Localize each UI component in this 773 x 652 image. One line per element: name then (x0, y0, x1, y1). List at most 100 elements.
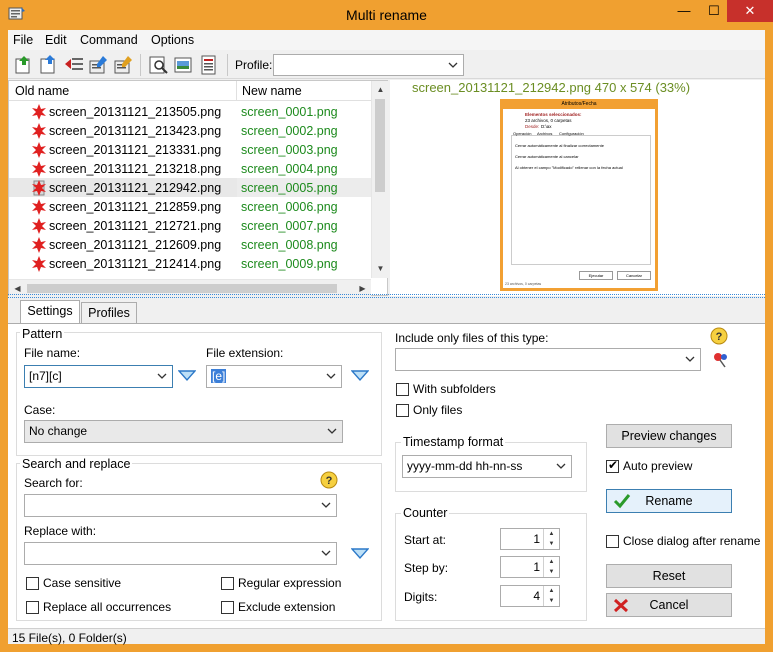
edit-list-icon[interactable] (113, 54, 135, 76)
case-label: Case: (24, 403, 56, 417)
list-item[interactable]: screen_20131121_213505.png screen_0001.pn… (9, 102, 371, 121)
rename-button[interactable]: Rename (606, 489, 732, 513)
reset-button[interactable]: Reset (606, 564, 732, 588)
list-item[interactable]: screen_20131121_212942.png screen_0005.pn… (9, 178, 371, 197)
close-after-rename-checkbox[interactable] (606, 535, 619, 548)
digits-stepper[interactable]: 4 ▲ ▼ (500, 585, 560, 607)
mini-text: 23 archivos, 0 carpetas (525, 118, 572, 123)
save-names-icon[interactable] (38, 54, 60, 76)
with-subfolders-label: With subfolders (413, 382, 496, 396)
decrement-icon[interactable]: ▼ (544, 539, 559, 549)
old-name: screen_20131121_213423.png (49, 124, 222, 138)
png-file-icon (32, 180, 46, 196)
png-file-icon (32, 218, 46, 234)
tab-settings[interactable]: Settings (20, 300, 80, 324)
list-item[interactable]: screen_20131121_212609.png screen_0008.pn… (9, 235, 371, 254)
minimize-button[interactable]: — (669, 0, 699, 22)
file-type-label: Include only files of this type: (395, 331, 549, 345)
mini-text: Elementos seleccionados: (525, 112, 582, 117)
list-item[interactable]: screen_20131121_212721.png screen_0007.pn… (9, 216, 371, 235)
tab-profiles[interactable]: Profiles (81, 302, 137, 324)
case-sensitive-checkbox[interactable] (26, 577, 39, 590)
preview-changes-button[interactable]: Preview changes (606, 424, 732, 448)
column-old-name[interactable]: Old name (15, 84, 69, 98)
edit-names-icon[interactable] (88, 54, 110, 76)
vertical-scrollbar[interactable]: ▲ ▼ (371, 81, 389, 278)
new-name: screen_0001.png (241, 105, 338, 119)
file-list[interactable]: Old name New name screen_20131121_213505… (8, 80, 389, 297)
extension-insert-icon[interactable] (351, 370, 369, 382)
file-info-icon[interactable] (198, 54, 220, 76)
view-file-icon[interactable] (173, 54, 195, 76)
old-name: screen_20131121_212414.png (49, 257, 222, 271)
scroll-down-button[interactable]: ▼ (372, 260, 389, 277)
file-extension-input[interactable]: [e] (206, 365, 342, 388)
with-subfolders-checkbox[interactable] (396, 383, 409, 396)
column-new-name[interactable]: New name (242, 84, 302, 98)
list-item[interactable]: screen_20131121_212859.png screen_0006.pn… (9, 197, 371, 216)
list-item[interactable]: screen_20131121_213218.png screen_0004.pn… (9, 159, 371, 178)
profile-dropdown[interactable] (273, 54, 464, 76)
old-name: screen_20131121_212942.png (49, 181, 222, 195)
increment-icon[interactable]: ▲ (544, 557, 559, 567)
old-name: screen_20131121_212609.png (49, 238, 222, 252)
scroll-thumb[interactable] (375, 99, 385, 192)
case-sensitive-label: Case sensitive (43, 576, 122, 590)
mini-title: Atributos/Fecha (561, 101, 597, 107)
close-button[interactable]: ✕ (727, 0, 773, 22)
list-item[interactable]: screen_20131121_212414.png screen_0009.pn… (9, 254, 371, 273)
menu-file[interactable]: File (13, 33, 33, 47)
load-names-icon[interactable] (13, 54, 35, 76)
replace-input[interactable] (24, 542, 337, 565)
define-filter-icon[interactable] (712, 351, 730, 369)
chevron-down-icon (326, 373, 336, 379)
file-name-input[interactable]: [n7][c] (24, 365, 173, 388)
digits-value: 4 (533, 589, 540, 603)
find-icon[interactable] (148, 54, 170, 76)
replace-all-checkbox[interactable] (26, 601, 39, 614)
maximize-button[interactable]: ☐ (699, 0, 729, 22)
cancel-button[interactable]: Cancel (606, 593, 732, 617)
increment-icon[interactable]: ▲ (544, 529, 559, 539)
scroll-up-button[interactable]: ▲ (372, 81, 389, 98)
case-dropdown[interactable]: No change (24, 420, 343, 443)
list-item[interactable]: screen_20131121_213331.png screen_0003.pn… (9, 140, 371, 159)
chevron-down-icon (448, 62, 458, 68)
chevron-down-icon (321, 502, 331, 508)
menu-options[interactable]: Options (151, 33, 194, 47)
old-name: screen_20131121_213331.png (49, 143, 222, 157)
menu-command[interactable]: Command (80, 33, 138, 47)
new-name: screen_0006.png (241, 200, 338, 214)
mini-text: D:\ax (541, 124, 552, 129)
list-item[interactable]: screen_20131121_213423.png screen_0002.pn… (9, 121, 371, 140)
file-name-insert-icon[interactable] (178, 370, 196, 382)
client-area: File Edit Command Options Profile: Old n… (8, 30, 765, 645)
title-bar[interactable]: Multi rename — ☐ ✕ (0, 0, 773, 30)
start-at-stepper[interactable]: 1 ▲ ▼ (500, 528, 560, 550)
splitter[interactable] (8, 294, 765, 298)
replace-insert-icon[interactable] (351, 548, 369, 560)
preview-image: Atributos/Fecha Elementos seleccionados:… (500, 99, 658, 291)
decrement-icon[interactable]: ▼ (544, 596, 559, 606)
exclude-extension-checkbox[interactable] (221, 601, 234, 614)
menu-edit[interactable]: Edit (45, 33, 67, 47)
mini-text: Cerrar automáticamente al cancelar (515, 154, 579, 159)
regex-checkbox[interactable] (221, 577, 234, 590)
scroll-thumb-horizontal[interactable] (27, 284, 337, 293)
only-files-checkbox[interactable] (396, 404, 409, 417)
replace-with-label: Replace with: (24, 524, 97, 538)
file-type-input[interactable] (395, 348, 701, 371)
tab-strip: Settings Profiles (8, 300, 765, 324)
help-icon[interactable]: ? (320, 471, 338, 489)
help-icon[interactable]: ? (710, 327, 728, 345)
timestamp-dropdown[interactable]: yyyy-mm-dd hh-nn-ss (402, 455, 572, 478)
search-input[interactable] (24, 494, 337, 517)
increment-icon[interactable]: ▲ (544, 586, 559, 596)
auto-preview-checkbox[interactable] (606, 458, 619, 473)
step-by-stepper[interactable]: 1 ▲ ▼ (500, 556, 560, 578)
png-file-icon (32, 104, 46, 120)
undo-icon[interactable] (63, 54, 85, 76)
chevron-down-icon (556, 463, 566, 469)
decrement-icon[interactable]: ▼ (544, 567, 559, 577)
svg-text:?: ? (326, 475, 333, 487)
